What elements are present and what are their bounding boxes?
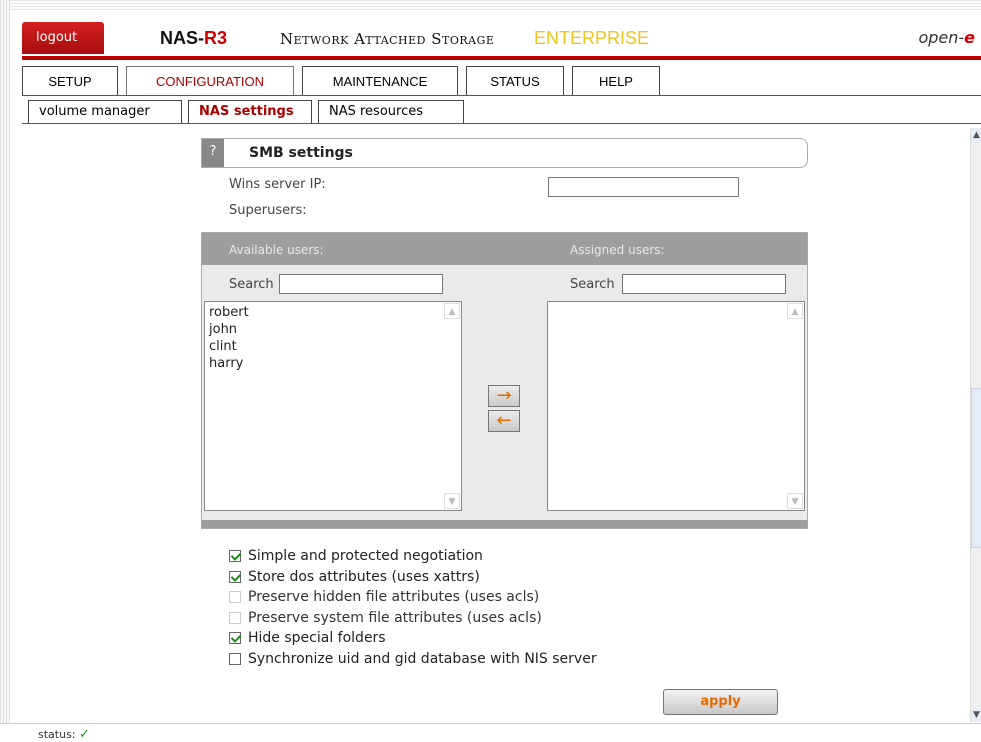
move-left-arrow-icon[interactable]: ← — [488, 410, 520, 432]
tab-status[interactable]: STATUS — [466, 66, 564, 96]
sub-tabs-baseline — [22, 123, 981, 124]
wins-server-input[interactable] — [548, 177, 739, 197]
subtab-volume-manager[interactable]: volume manager — [28, 100, 182, 124]
available-users-label: Available users: — [229, 243, 324, 257]
option-label: Preserve system file attributes (uses ac… — [248, 609, 542, 626]
wins-server-label: Wins server IP: — [229, 177, 326, 192]
tab-configuration[interactable]: CONFIGURATION — [126, 66, 294, 96]
subtab-nas-resources[interactable]: NAS resources — [318, 100, 464, 124]
option-label: Synchronize uid and gid database with NI… — [248, 650, 597, 667]
app-header: logout NAS-R3 Network Attached Storage E… — [22, 22, 981, 56]
users-selector-footer — [202, 520, 807, 528]
top-border-decoration — [0, 0, 981, 12]
edition-label: ENTERPRISE — [534, 28, 650, 48]
smb-settings-header: ? SMB settings — [201, 138, 808, 168]
option-sync-nis[interactable]: Synchronize uid and gid database with NI… — [229, 649, 597, 670]
option-simple-protected-negotiation[interactable]: Simple and protected negotiation — [229, 546, 597, 567]
checkbox-checked-icon[interactable] — [229, 632, 241, 645]
status-label: status: ✓ — [38, 727, 90, 742]
main-tabs: SETUP CONFIGURATION MAINTENANCE STATUS H… — [22, 66, 660, 96]
option-label: Simple and protected negotiation — [248, 548, 483, 565]
list-item[interactable]: harry — [209, 355, 457, 372]
search-available-label: Search — [229, 277, 274, 292]
superusers-label: Superusers: — [229, 203, 307, 218]
brand-version: R3 — [204, 28, 228, 48]
help-icon[interactable]: ? — [202, 139, 224, 167]
brand-name: NAS- — [160, 28, 204, 48]
vendor-logo-e: e — [964, 28, 975, 47]
vendor-logo-text: open- — [918, 28, 965, 47]
option-label: Hide special folders — [248, 630, 386, 647]
list-item[interactable]: john — [209, 321, 457, 338]
left-border-decoration — [0, 0, 10, 742]
option-preserve-system-attributes: Preserve system file attributes (uses ac… — [229, 608, 597, 629]
checkbox-disabled-icon — [229, 591, 241, 604]
option-preserve-hidden-attributes: Preserve hidden file attributes (uses ac… — [229, 587, 597, 608]
scroll-down-arrow-icon[interactable]: ▼ — [971, 708, 981, 722]
assigned-users-label: Assigned users: — [570, 243, 665, 257]
brand-logo: NAS-R3 — [160, 28, 227, 49]
subtab-nas-settings[interactable]: NAS settings — [188, 100, 312, 124]
available-users-list[interactable]: robert john clint harry ▲ ▼ — [204, 301, 462, 511]
section-title: SMB settings — [249, 145, 353, 161]
list-item[interactable]: clint — [209, 338, 457, 355]
scroll-thumb[interactable] — [971, 388, 981, 548]
list-item[interactable]: robert — [209, 304, 457, 321]
sub-tabs: volume manager NAS settings NAS resource… — [28, 100, 464, 124]
checkbox-unchecked-icon[interactable] — [229, 652, 241, 665]
option-label: Preserve hidden file attributes (uses ac… — [248, 589, 540, 606]
assigned-users-list[interactable]: ▲ ▼ — [547, 301, 805, 511]
scroll-down-icon[interactable]: ▼ — [787, 493, 803, 509]
move-right-arrow-icon[interactable]: → — [488, 385, 520, 407]
logout-button[interactable]: logout — [22, 22, 104, 54]
tab-maintenance[interactable]: MAINTENANCE — [302, 66, 458, 96]
users-selector-header: Available users: Assigned users: — [202, 233, 807, 265]
list-scrollbar[interactable]: ▲ ▼ — [444, 303, 460, 509]
scroll-up-icon[interactable]: ▲ — [444, 303, 460, 319]
option-hide-special-folders[interactable]: Hide special folders — [229, 628, 597, 649]
checkbox-disabled-icon — [229, 611, 241, 624]
search-assigned-label: Search — [570, 277, 615, 292]
search-available-input[interactable] — [279, 274, 443, 294]
checkbox-checked-icon[interactable] — [229, 570, 241, 583]
tab-setup[interactable]: SETUP — [22, 66, 118, 96]
tab-help[interactable]: HELP — [572, 66, 660, 96]
scroll-up-arrow-icon[interactable]: ▲ — [971, 128, 981, 142]
status-text: status: — [38, 728, 76, 741]
page-scrollbar[interactable]: ▲ ▼ — [970, 128, 981, 722]
search-assigned-input[interactable] — [622, 274, 786, 294]
option-store-dos-attributes[interactable]: Store dos attributes (uses xattrs) — [229, 567, 597, 588]
scroll-up-icon[interactable]: ▲ — [787, 303, 803, 319]
option-label: Store dos attributes (uses xattrs) — [248, 568, 480, 585]
vendor-logo: open-e — [918, 28, 975, 47]
checkmark-icon: ✓ — [79, 727, 90, 742]
scroll-down-icon[interactable]: ▼ — [444, 493, 460, 509]
checkbox-checked-icon[interactable] — [229, 550, 241, 563]
users-selector: Available users: Assigned users: Search … — [201, 232, 808, 529]
list-scrollbar[interactable]: ▲ ▼ — [787, 303, 803, 509]
main-tabs-baseline — [22, 95, 981, 96]
apply-button[interactable]: apply — [663, 689, 778, 715]
status-bar: status: ✓ — [0, 723, 981, 742]
header-divider — [22, 56, 981, 60]
smb-options: Simple and protected negotiation Store d… — [229, 546, 597, 669]
product-subtitle: Network Attached Storage — [280, 30, 495, 48]
